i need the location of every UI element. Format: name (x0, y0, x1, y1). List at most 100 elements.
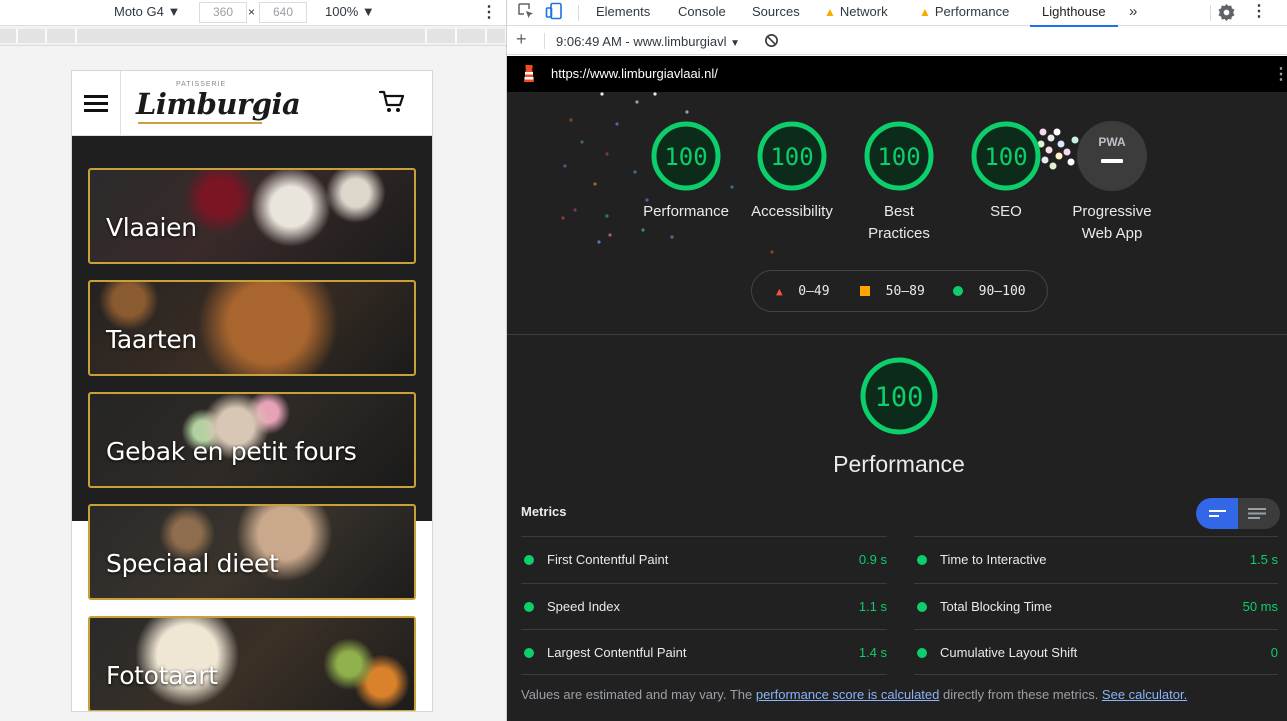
height-input[interactable]: 640 (259, 2, 307, 23)
performance-gauge-large: 100 (859, 356, 939, 439)
category-tile-vlaaien[interactable]: Vlaaien (88, 168, 416, 264)
category-tile-fototaart[interactable]: Fototaart (88, 616, 416, 711)
fail-triangle-icon: ▲ (776, 285, 783, 298)
more-options-icon[interactable]: ⋮ (481, 2, 497, 22)
metric-row: Total Blocking Time 50 ms (914, 583, 1278, 629)
score-gauge: 100 (651, 121, 721, 191)
score-value: 100 (875, 382, 924, 413)
site-header: PATISSERIE Limburgia (72, 71, 432, 136)
width-input[interactable]: 360 (199, 2, 247, 23)
ruler-segment[interactable] (487, 29, 507, 43)
pwa-badge-icon: PWA (1077, 121, 1147, 191)
label-line2: Practices (868, 225, 930, 242)
caret-down-icon: ▼ (167, 4, 181, 19)
ruler-segment[interactable] (18, 29, 47, 43)
metric-name: Speed Index (547, 599, 621, 614)
report-select[interactable]: 9:06:49 AM - www.limburgiavl ▼ (556, 34, 740, 49)
performance-title: Performance (833, 451, 965, 477)
cart-icon[interactable] (378, 89, 406, 115)
pass-circle-icon (917, 602, 927, 612)
pass-circle-icon (917, 555, 927, 565)
score-gauge: 100 (860, 357, 938, 435)
settings-gear-icon[interactable] (1217, 3, 1236, 29)
score-value: 100 (877, 143, 920, 171)
gauge-best-practices[interactable]: 100 Best Practices (846, 121, 952, 245)
score-scale-legend: ▲ 0–49 50–89 90–100 (751, 270, 1048, 312)
ruler-segment[interactable] (457, 29, 487, 43)
logo-wordmark: Limburgia (136, 87, 301, 121)
gauge-performance[interactable]: 100 Performance (633, 121, 739, 223)
average-square-icon (860, 286, 870, 296)
logo-underline (138, 122, 262, 124)
metric-value: 0.9 s (858, 552, 887, 567)
zoom-select[interactable]: 100% ▼ (325, 4, 375, 19)
new-report-plus-icon[interactable]: + (516, 29, 527, 50)
category-label: Taarten (106, 325, 197, 354)
metrics-footnote: Values are estimated and may vary. The p… (521, 687, 1187, 702)
compact-view-button[interactable] (1238, 498, 1280, 529)
metric-value: 1.4 s (858, 645, 887, 660)
devtools-panel: Elements Console Sources ▲ Network ▲ Perfo… (507, 0, 1287, 721)
label-line1: Performance (643, 203, 729, 220)
report-select-value: 9:06:49 AM - www.limburgiavl (556, 34, 727, 49)
device-toolbar: Moto G4 ▼ 360 × 640 100% ▼ ⋮ (0, 0, 507, 26)
category-tile-taarten[interactable]: Taarten (88, 280, 416, 376)
label-line1: SEO (990, 203, 1022, 220)
score-value: 100 (770, 143, 813, 171)
gauge-label: Best Practices (846, 201, 952, 245)
score-calculated-link[interactable]: performance score is calculated (756, 687, 940, 702)
pass-circle-icon (953, 286, 963, 296)
category-label: Vlaaien (106, 213, 197, 242)
category-tile-speciaal-dieet[interactable]: Speciaal dieet (88, 504, 416, 600)
report-url[interactable]: https://www.limburgiavlaai.nl/ (551, 66, 718, 81)
metrics-view-toggle[interactable] (1196, 498, 1280, 529)
tab-performance[interactable]: ▲ Performance (919, 0, 1009, 26)
ruler-segment[interactable] (0, 29, 18, 43)
caret-down-icon: ▼ (730, 38, 741, 49)
metric-value: 0 (1270, 645, 1278, 660)
see-calculator-link[interactable]: See calculator. (1102, 687, 1187, 702)
ruler-segment[interactable] (427, 29, 457, 43)
pass-circle-icon (524, 555, 534, 565)
category-label: Fototaart (106, 661, 218, 690)
category-tile-gebak[interactable]: Gebak en petit fours (88, 392, 416, 488)
inspect-element-icon[interactable] (517, 2, 535, 28)
ruler-segment[interactable] (47, 29, 77, 43)
device-toggle-icon[interactable] (545, 2, 563, 28)
clear-reports-icon[interactable] (764, 33, 779, 51)
label-line1: Best (883, 203, 914, 220)
gauge-pwa[interactable]: PWA Progressive Web App (1059, 121, 1165, 245)
report-menu-icon[interactable]: ⋮ (1273, 64, 1287, 84)
score-gauge: 100 (971, 121, 1041, 191)
metric-row: First Contentful Paint 0.9 s (521, 536, 887, 582)
svg-text:PWA: PWA (1098, 135, 1126, 149)
tab-elements[interactable]: Elements (596, 0, 650, 26)
gauge-accessibility[interactable]: 100 Accessibility (739, 121, 845, 223)
metric-value: 1.1 s (858, 599, 887, 614)
tab-network[interactable]: ▲ Network (824, 0, 888, 26)
media-query-ruler[interactable] (0, 27, 507, 46)
menu-icon[interactable] (72, 71, 121, 136)
site-logo[interactable]: PATISSERIE Limburgia (136, 79, 301, 129)
tab-lighthouse[interactable]: Lighthouse (1030, 0, 1118, 27)
legend-fail-range: 0–49 (798, 284, 830, 299)
lighthouse-toolbar: + 9:06:49 AM - www.limburgiavl ▼ (507, 27, 1287, 55)
gauge-seo[interactable]: 100 SEO (953, 121, 1059, 223)
label-line1: Accessibility (751, 203, 833, 220)
legend-fail: ▲ 0–49 (776, 284, 830, 299)
expanded-view-button[interactable] (1196, 498, 1238, 529)
tab-console[interactable]: Console (678, 0, 726, 26)
label-line2: Web App (1081, 225, 1143, 242)
toolbar-separator (1210, 5, 1211, 21)
tab-sources[interactable]: Sources (752, 0, 800, 26)
metric-name: First Contentful Paint (547, 552, 669, 567)
devtools-tabbar: Elements Console Sources ▲ Network ▲ Perfo… (507, 0, 1287, 29)
legend-average: 50–89 (860, 284, 925, 299)
more-tabs-icon[interactable]: » (1129, 0, 1137, 26)
customize-menu-icon[interactable]: ⋮ (1251, 0, 1267, 26)
label-line1: Progressive (1072, 203, 1152, 220)
device-select[interactable]: Moto G4 ▼ (114, 4, 180, 19)
section-divider (507, 334, 1287, 335)
gauge-label: SEO (953, 201, 1059, 223)
ruler-segment[interactable] (77, 29, 427, 43)
